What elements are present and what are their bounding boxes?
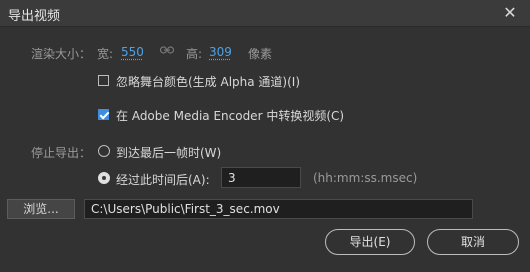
ignore-stage-color-label[interactable]: 忽略舞台颜色(生成 Alpha 通道)(I) <box>116 73 300 90</box>
width-value[interactable]: 550 <box>121 45 144 59</box>
convert-in-encoder-label[interactable]: 在 Adobe Media Encoder 中转换视频(C) <box>116 107 344 124</box>
width-label: 宽: <box>97 47 114 61</box>
last-frame-radio[interactable] <box>98 145 110 157</box>
export-button[interactable]: 导出(E) <box>325 229 415 255</box>
cancel-button[interactable]: 取消 <box>427 229 519 255</box>
ignore-stage-color-checkbox[interactable] <box>98 75 109 86</box>
window-title: 导出视频 <box>8 9 61 24</box>
height-value[interactable]: 309 <box>209 45 232 59</box>
file-path-field[interactable]: C:\Users\Public\First_3_sec.mov <box>84 199 473 219</box>
time-input[interactable]: 3 <box>221 167 301 188</box>
render-size-label: 渲染大小： <box>31 47 92 61</box>
convert-in-encoder-checkbox[interactable] <box>98 109 109 120</box>
browse-button[interactable]: 浏览... <box>7 199 75 219</box>
after-time-radio[interactable] <box>98 172 110 184</box>
unit-label: 像素 <box>248 47 273 61</box>
stop-export-label: 停止导出： <box>31 146 92 160</box>
last-frame-label[interactable]: 到达最后一帧时(W) <box>116 144 221 161</box>
after-time-label[interactable]: 经过此时间后(A): <box>116 171 210 188</box>
height-label: 高: <box>186 47 203 61</box>
close-icon[interactable]: ✕ <box>500 3 520 23</box>
time-format-hint: (hh:mm:ss.msec) <box>313 171 418 185</box>
title-bar: 导出视频 ✕ <box>0 0 530 27</box>
link-icon[interactable] <box>159 44 175 59</box>
